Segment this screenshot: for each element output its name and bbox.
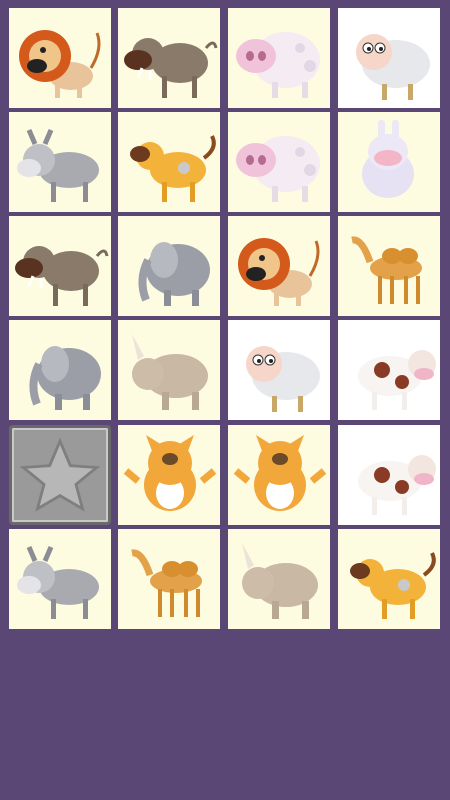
tile[interactable] bbox=[118, 320, 220, 420]
rhino-icon bbox=[242, 543, 318, 619]
elephant-icon bbox=[29, 346, 101, 410]
donkey-icon bbox=[17, 546, 99, 619]
tile[interactable] bbox=[228, 529, 330, 629]
cow-icon bbox=[358, 455, 436, 515]
donkey-icon bbox=[17, 129, 99, 202]
star-icon bbox=[19, 437, 101, 512]
hippo-icon bbox=[236, 136, 320, 202]
sheep-icon bbox=[246, 346, 320, 412]
warthog-icon bbox=[124, 38, 218, 98]
tile[interactable] bbox=[228, 216, 330, 316]
sheep-icon bbox=[356, 34, 430, 100]
tile[interactable] bbox=[338, 112, 440, 212]
lion-icon bbox=[238, 238, 320, 306]
tile[interactable] bbox=[118, 8, 220, 108]
dog-icon bbox=[350, 552, 436, 619]
cat-icon bbox=[123, 435, 217, 511]
tile[interactable] bbox=[9, 112, 111, 212]
hippo-icon bbox=[236, 32, 320, 98]
elephant-icon bbox=[138, 242, 210, 306]
tile[interactable] bbox=[9, 529, 111, 629]
camel-icon bbox=[131, 549, 202, 617]
tile[interactable] bbox=[228, 425, 330, 525]
tile[interactable] bbox=[9, 425, 111, 525]
tile[interactable] bbox=[9, 320, 111, 420]
tile[interactable] bbox=[338, 529, 440, 629]
tile[interactable] bbox=[118, 216, 220, 316]
tile[interactable] bbox=[338, 320, 440, 420]
tile[interactable] bbox=[118, 425, 220, 525]
camel-icon bbox=[351, 236, 422, 304]
warthog-icon bbox=[15, 246, 109, 306]
cat-icon bbox=[233, 435, 327, 511]
tile[interactable] bbox=[338, 216, 440, 316]
tile[interactable] bbox=[9, 216, 111, 316]
tile[interactable] bbox=[118, 112, 220, 212]
rabbit-icon bbox=[362, 120, 414, 198]
tile[interactable] bbox=[338, 8, 440, 108]
cow-icon bbox=[358, 350, 436, 410]
dog-icon bbox=[130, 135, 216, 202]
rhino-icon bbox=[132, 334, 208, 410]
tile[interactable] bbox=[9, 8, 111, 108]
tile[interactable] bbox=[228, 112, 330, 212]
tile[interactable] bbox=[338, 425, 440, 525]
tile[interactable] bbox=[118, 529, 220, 629]
tile[interactable] bbox=[228, 8, 330, 108]
tile[interactable] bbox=[228, 320, 330, 420]
lion-icon bbox=[19, 30, 101, 98]
memory-board bbox=[0, 0, 450, 640]
